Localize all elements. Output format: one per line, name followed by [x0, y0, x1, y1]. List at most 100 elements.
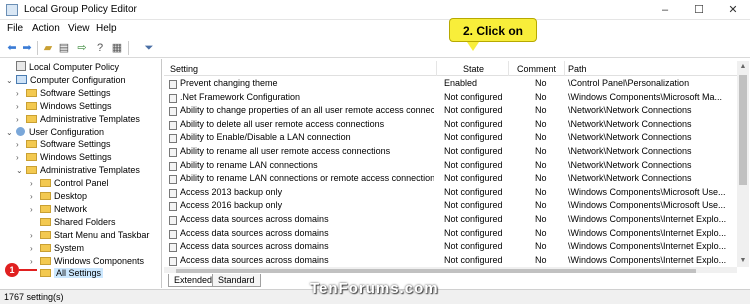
forward-icon[interactable]: ➡	[20, 41, 34, 55]
tree-item[interactable]: ⌄ Administrative Templates	[16, 164, 140, 177]
chevron-right-icon[interactable]: ›	[16, 151, 26, 164]
tab-standard[interactable]: Standard	[212, 274, 261, 287]
folder-icon	[26, 153, 37, 162]
chevron-right-icon[interactable]: ›	[30, 203, 40, 216]
filter-icon[interactable]: ⏷	[142, 41, 156, 55]
column-state[interactable]: State	[463, 64, 484, 74]
up-folder-icon[interactable]: ▰	[41, 41, 55, 55]
tree-item[interactable]: ⌄ User Configuration	[6, 126, 104, 139]
policy-setting-icon	[169, 148, 177, 157]
table-row[interactable]: Access data sources across domains Not co…	[164, 240, 737, 254]
properties-icon[interactable]: ▦	[110, 41, 124, 55]
table-row[interactable]: Access data sources across domains Not co…	[164, 254, 737, 267]
menu-view[interactable]: View	[68, 23, 90, 34]
table-row[interactable]: .Net Framework Configuration Not configur…	[164, 91, 737, 105]
chevron-right-icon[interactable]: ›	[30, 242, 40, 255]
help-icon[interactable]: ?	[93, 41, 107, 55]
chevron-right-icon[interactable]: ›	[16, 87, 26, 100]
tree-item[interactable]: Shared Folders	[30, 216, 116, 229]
tree-item[interactable]: › Administrative Templates	[16, 113, 140, 126]
tree-item[interactable]: › Software Settings	[16, 87, 111, 100]
tree-item[interactable]: › Start Menu and Taskbar	[30, 229, 149, 242]
tab-extended[interactable]: Extended	[168, 274, 219, 287]
policy-setting-icon	[169, 256, 177, 266]
callout-arrow-icon	[467, 42, 479, 51]
table-row[interactable]: Ability to Enable/Disable a LAN connecti…	[164, 131, 737, 145]
scroll-thumb[interactable]	[739, 75, 747, 185]
tree-item[interactable]: › Software Settings	[16, 138, 111, 151]
tree-item[interactable]: › Desktop	[30, 190, 87, 203]
tree-item[interactable]: › Windows Settings	[16, 151, 112, 164]
chevron-down-icon[interactable]: ⌄	[16, 164, 26, 177]
tree-item[interactable]: › Network	[30, 203, 87, 216]
tree-item[interactable]: All Settings	[30, 267, 104, 280]
chevron-right-icon[interactable]: ›	[30, 255, 40, 268]
column-divider[interactable]	[564, 61, 565, 76]
menu-action[interactable]: Action	[32, 23, 60, 34]
column-path[interactable]: Path	[568, 64, 587, 74]
vertical-scrollbar[interactable]: ▲ ▼	[737, 61, 749, 267]
table-row[interactable]: Ability to delete all user remote access…	[164, 118, 737, 132]
column-setting[interactable]: Setting	[170, 64, 198, 74]
maximize-button[interactable]: ☐	[682, 0, 716, 20]
table-row[interactable]: Ability to rename all user remote access…	[164, 145, 737, 159]
cell-path: \Network\Network Connections	[568, 159, 692, 170]
cell-path: \Network\Network Connections	[568, 173, 692, 184]
table-row[interactable]: Ability to change properties of an all u…	[164, 104, 737, 118]
chevron-right-icon[interactable]: ›	[30, 190, 40, 203]
cell-setting: Ability to delete all user remote access…	[180, 118, 385, 129]
table-row[interactable]: Access data sources across domains Not co…	[164, 213, 737, 227]
toolbar-separator	[128, 41, 129, 55]
user-icon	[16, 126, 25, 136]
policy-setting-icon	[169, 243, 177, 253]
policy-setting-icon	[169, 107, 177, 117]
back-icon[interactable]: ⬅	[5, 41, 19, 55]
column-divider[interactable]	[436, 61, 437, 76]
cell-state: Not configured	[444, 159, 503, 170]
tree-item[interactable]: › Control Panel	[30, 177, 109, 190]
tree-item[interactable]: Local Computer Policy	[6, 61, 119, 74]
table-row[interactable]: Ability to rename LAN connections Not con…	[164, 159, 737, 173]
cell-setting: Ability to rename all user remote access…	[180, 146, 391, 156]
cell-setting: .Net Framework Configuration	[180, 91, 301, 102]
tree-item[interactable]: › Windows Components	[30, 255, 144, 268]
show-hide-tree-icon[interactable]: ▤	[57, 41, 71, 55]
menu-file[interactable]: File	[7, 23, 23, 34]
table-row[interactable]: Prevent changing theme Enabled No \Control …	[164, 77, 737, 91]
folder-icon	[40, 256, 51, 265]
settings-list-pane: Setting State Comment Path Prevent chang…	[164, 59, 750, 288]
chevron-right-icon[interactable]: ›	[16, 100, 26, 113]
export-icon[interactable]: ⇨	[75, 41, 89, 55]
minimize-button[interactable]: –	[648, 0, 682, 20]
table-row[interactable]: Access data sources across domains Not co…	[164, 227, 737, 241]
watermark: TenForums.com	[310, 280, 439, 297]
policy-setting-icon	[169, 202, 177, 212]
tree-item-label: Start Menu and Taskbar	[54, 229, 150, 240]
folder-icon	[40, 204, 51, 213]
table-row[interactable]: Access 2013 backup only Not configured No \…	[164, 186, 737, 200]
chevron-down-icon[interactable]: ⌄	[6, 126, 16, 139]
tree-item[interactable]: › Windows Settings	[16, 100, 112, 113]
scroll-up-icon[interactable]: ▲	[737, 61, 749, 73]
tree-item-label: Windows Components	[54, 255, 145, 266]
folder-icon	[40, 230, 51, 239]
column-comment[interactable]: Comment	[517, 64, 556, 74]
close-button[interactable]: ✕	[716, 0, 750, 20]
table-row[interactable]: Access 2016 backup only Not configured No \…	[164, 199, 737, 213]
policy-setting-icon	[169, 134, 177, 144]
cell-comment: No	[535, 186, 547, 197]
tree-item[interactable]: ⌄ Computer Configuration	[6, 74, 126, 87]
scroll-down-icon[interactable]: ▼	[737, 255, 749, 267]
cell-state: Not configured	[444, 105, 503, 116]
menu-help[interactable]: Help	[96, 23, 117, 34]
tree-item[interactable]: › System	[30, 242, 84, 255]
table-row[interactable]: Ability to rename LAN connections or rem…	[164, 172, 737, 186]
policy-setting-icon	[169, 229, 177, 239]
chevron-right-icon[interactable]: ›	[16, 138, 26, 151]
column-divider[interactable]	[508, 61, 509, 76]
chevron-right-icon[interactable]: ›	[16, 113, 26, 126]
chevron-right-icon[interactable]: ›	[30, 177, 40, 190]
chevron-down-icon[interactable]: ⌄	[6, 74, 16, 87]
cell-comment: No	[535, 227, 547, 238]
chevron-right-icon[interactable]: ›	[30, 229, 40, 242]
